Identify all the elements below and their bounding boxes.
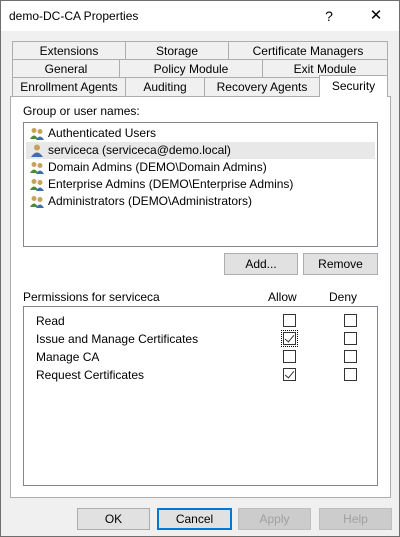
permission-row: Read (36, 312, 366, 330)
permissions-label: Permissions for serviceca (23, 290, 160, 304)
add-button[interactable]: Add... (224, 253, 298, 275)
tab-extensions[interactable]: Extensions (12, 41, 126, 60)
permission-name: Request Certificates (36, 368, 145, 382)
list-item[interactable]: Domain Admins (DEMO\Domain Admins) (26, 159, 375, 176)
allow-checkbox-read[interactable] (283, 314, 296, 327)
deny-checkbox-request-certificates[interactable] (344, 368, 357, 381)
allow-checkbox-manage-ca[interactable] (283, 350, 296, 363)
permission-name: Manage CA (36, 350, 100, 364)
permission-name: Issue and Manage Certificates (36, 332, 199, 346)
user-listbox[interactable]: Authenticated Users serviceca (serviceca… (23, 122, 378, 247)
deny-checkbox-read[interactable] (344, 314, 357, 327)
list-item[interactable]: Enterprise Admins (DEMO\Enterprise Admin… (26, 176, 375, 193)
window-title: demo-DC-CA Properties (9, 9, 139, 23)
user-name: Enterprise Admins (DEMO\Enterprise Admin… (48, 177, 294, 191)
group-icon (30, 128, 44, 140)
title-bar: demo-DC-CA Properties ? ✕ (1, 1, 399, 31)
cancel-button[interactable]: Cancel (157, 508, 232, 530)
permission-row: Issue and Manage Certificates (36, 330, 366, 348)
tab-security[interactable]: Security (319, 75, 388, 97)
tab-policy-module[interactable]: Policy Module (119, 59, 263, 78)
properties-dialog: demo-DC-CA Properties ? ✕ Extensions Sto… (0, 0, 400, 537)
security-panel: Group or user names: Authenticated Users… (10, 96, 391, 498)
list-item[interactable]: Administrators (DEMO\Administrators) (26, 193, 375, 210)
help-button[interactable]: Help (319, 508, 392, 530)
tab-storage[interactable]: Storage (125, 41, 229, 60)
tab-certificate-managers[interactable]: Certificate Managers (228, 41, 388, 60)
tab-general[interactable]: General (12, 59, 120, 78)
remove-button[interactable]: Remove (303, 253, 378, 275)
list-item[interactable]: serviceca (serviceca@demo.local) (26, 142, 375, 159)
apply-button[interactable]: Apply (238, 508, 311, 530)
group-icon (30, 196, 44, 208)
user-name: Authenticated Users (48, 126, 157, 140)
close-button[interactable]: ✕ (353, 1, 399, 31)
allow-column-header: Allow (268, 290, 297, 304)
deny-column-header: Deny (329, 290, 358, 304)
group-names-label: Group or user names: (23, 104, 140, 118)
list-item[interactable]: Authenticated Users (26, 125, 375, 142)
tab-recovery-agents[interactable]: Recovery Agents (204, 77, 320, 96)
deny-checkbox-manage-ca[interactable] (344, 350, 357, 363)
user-name: Domain Admins (DEMO\Domain Admins) (48, 160, 267, 174)
deny-checkbox-issue-and-manage-certificates[interactable] (344, 332, 357, 345)
user-name: Administrators (DEMO\Administrators) (48, 194, 253, 208)
ok-button[interactable]: OK (77, 508, 150, 530)
group-icon (30, 162, 44, 174)
permission-row: Manage CA (36, 348, 366, 366)
allow-checkbox-issue-and-manage-certificates[interactable] (281, 330, 298, 347)
permissions-table: Read Issue and Manage Certificates Manag… (23, 306, 378, 486)
permission-row: Request Certificates (36, 366, 366, 384)
tab-enrollment-agents[interactable]: Enrollment Agents (12, 77, 126, 96)
allow-checkbox-request-certificates[interactable] (283, 368, 296, 381)
user-name: serviceca (serviceca@demo.local) (48, 143, 231, 157)
help-title-button[interactable]: ? (306, 1, 352, 31)
group-icon (30, 179, 44, 191)
user-icon (31, 144, 43, 157)
tab-auditing[interactable]: Auditing (125, 77, 205, 96)
permission-name: Read (36, 314, 65, 328)
